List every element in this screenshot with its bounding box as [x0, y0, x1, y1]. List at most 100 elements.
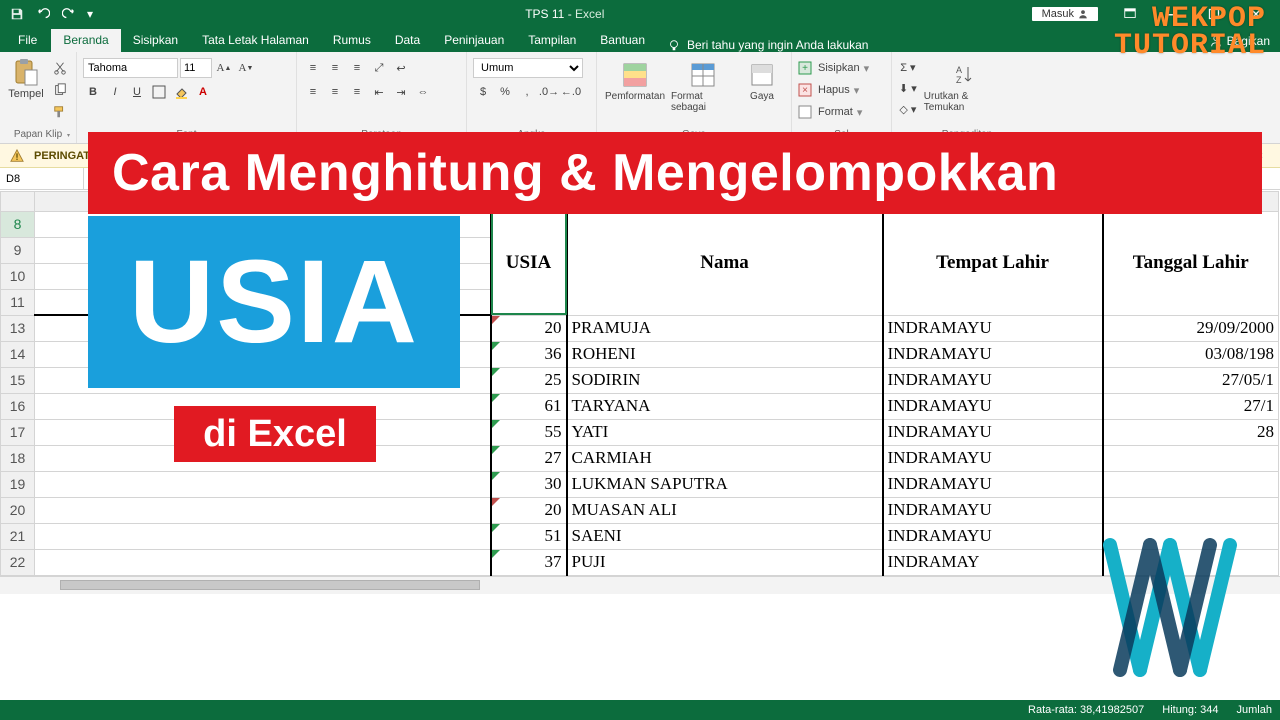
row-header[interactable]: 21	[1, 523, 35, 549]
tab-pagelayout[interactable]: Tata Letak Halaman	[190, 29, 321, 52]
align-right-icon[interactable]: ≡	[347, 82, 367, 102]
underline-icon[interactable]: U	[127, 82, 147, 102]
row-header[interactable]: 15	[1, 367, 35, 393]
cell-tanggal[interactable]	[1103, 445, 1279, 471]
header-nama[interactable]: Nama	[567, 211, 883, 315]
cell-usia[interactable]: 61	[491, 393, 567, 419]
tab-file[interactable]: File	[4, 29, 51, 52]
decrease-font-icon[interactable]: A▼	[236, 58, 256, 78]
cell-tanggal[interactable]	[1103, 471, 1279, 497]
cell-usia[interactable]: 51	[491, 523, 567, 549]
clear-icon[interactable]: ◇ ▾	[898, 99, 918, 119]
format-painter-icon[interactable]	[50, 102, 70, 122]
header-tanggal[interactable]: Tanggal Lahir	[1103, 211, 1279, 315]
tab-formulas[interactable]: Rumus	[321, 29, 383, 52]
cell-tanggal[interactable]: 27/1	[1103, 393, 1279, 419]
cell-nama[interactable]: MUASAN ALI	[567, 497, 883, 523]
cell-nama[interactable]: LUKMAN SAPUTRA	[567, 471, 883, 497]
insert-cells-button[interactable]: +Sisipkan▾	[798, 57, 869, 79]
align-center-icon[interactable]: ≡	[325, 82, 345, 102]
align-bottom-icon[interactable]: ≡	[347, 58, 367, 78]
cut-icon[interactable]	[50, 58, 70, 78]
fill-icon[interactable]: ⬇ ▾	[898, 78, 918, 98]
tab-view[interactable]: Tampilan	[516, 29, 588, 52]
cell-usia[interactable]: 36	[491, 341, 567, 367]
cell-usia[interactable]: 55	[491, 419, 567, 445]
cell-tempat[interactable]: INDRAMAYU	[883, 393, 1103, 419]
header-usia[interactable]: USIA	[491, 211, 567, 315]
cell-usia[interactable]: 27	[491, 445, 567, 471]
cell-nama[interactable]: PRAMUJA	[567, 315, 883, 341]
sort-filter-button[interactable]: AZ Urutkan & Temukan	[924, 57, 1004, 113]
cell-nama[interactable]: CARMIAH	[567, 445, 883, 471]
merge-icon[interactable]: ⇔	[413, 82, 433, 102]
cell-tempat[interactable]: INDRAMAYU	[883, 367, 1103, 393]
cell-tanggal[interactable]: 03/08/198	[1103, 341, 1279, 367]
cell-nama[interactable]: SAENI	[567, 523, 883, 549]
font-name-input[interactable]	[83, 58, 178, 78]
border-icon[interactable]	[149, 82, 169, 102]
bold-icon[interactable]: B	[83, 82, 103, 102]
row-header[interactable]: 9	[1, 237, 35, 263]
row-header[interactable]: 17	[1, 419, 35, 445]
redo-icon[interactable]	[58, 3, 80, 25]
font-size-input[interactable]	[180, 58, 212, 78]
row-header[interactable]: 20	[1, 497, 35, 523]
scrollbar-thumb[interactable]	[60, 580, 480, 590]
cell-tanggal[interactable]	[1103, 497, 1279, 523]
row-header[interactable]: 13	[1, 315, 35, 341]
wrap-text-icon[interactable]: ↩	[391, 58, 411, 78]
row-header[interactable]: 11	[1, 289, 35, 315]
copy-icon[interactable]	[50, 80, 70, 100]
cell-usia[interactable]: 37	[491, 549, 567, 575]
cell-nama[interactable]: PUJI	[567, 549, 883, 575]
comma-icon[interactable]: ,	[517, 82, 537, 102]
row-header[interactable]: 10	[1, 263, 35, 289]
row-header[interactable]: 14	[1, 341, 35, 367]
increase-indent-icon[interactable]: ⇥	[391, 82, 411, 102]
tab-data[interactable]: Data	[383, 29, 432, 52]
conditional-formatting-button[interactable]: Pemformatan	[603, 57, 667, 102]
row-header[interactable]: 8	[1, 211, 35, 237]
paste-button[interactable]: Tempel	[6, 54, 46, 100]
orientation-icon[interactable]: ⤢	[369, 58, 389, 78]
cell-tanggal[interactable]: 28	[1103, 419, 1279, 445]
cell-tempat[interactable]: INDRAMAYU	[883, 341, 1103, 367]
cell-tempat[interactable]: INDRAMAYU	[883, 497, 1103, 523]
undo-icon[interactable]	[32, 3, 54, 25]
cell-usia[interactable]: 20	[491, 497, 567, 523]
cell-tempat[interactable]: INDRAMAY	[883, 549, 1103, 575]
cell-tanggal[interactable]: 29/09/2000	[1103, 315, 1279, 341]
cell-tempat[interactable]: INDRAMAYU	[883, 445, 1103, 471]
font-color-icon[interactable]: A	[193, 82, 213, 102]
cell-tempat[interactable]: INDRAMAYU	[883, 523, 1103, 549]
cell-tempat[interactable]: INDRAMAYU	[883, 471, 1103, 497]
horizontal-scrollbar[interactable]	[0, 576, 1280, 594]
row-header[interactable]: 19	[1, 471, 35, 497]
tab-insert[interactable]: Sisipkan	[121, 29, 190, 52]
select-all-corner[interactable]	[1, 191, 35, 211]
format-as-table-button[interactable]: Format sebagai	[671, 57, 735, 113]
accounting-icon[interactable]: $	[473, 82, 493, 102]
cell-nama[interactable]: YATI	[567, 419, 883, 445]
align-left-icon[interactable]: ≡	[303, 82, 323, 102]
name-box[interactable]: D8	[0, 168, 84, 189]
cell-usia[interactable]: 20	[491, 315, 567, 341]
tab-review[interactable]: Peninjauan	[432, 29, 516, 52]
cell-usia[interactable]: 30	[491, 471, 567, 497]
format-cells-button[interactable]: Format▾	[798, 101, 862, 123]
fill-color-icon[interactable]	[171, 82, 191, 102]
row-header[interactable]: 18	[1, 445, 35, 471]
increase-font-icon[interactable]: A▲	[214, 58, 234, 78]
cell-styles-button[interactable]: Gaya	[739, 57, 785, 102]
tell-me-box[interactable]: Beri tahu yang ingin Anda lakukan	[667, 38, 868, 52]
autosum-icon[interactable]: Σ ▾	[898, 57, 918, 77]
align-top-icon[interactable]: ≡	[303, 58, 323, 78]
login-button[interactable]: Masuk	[1032, 7, 1098, 21]
delete-cells-button[interactable]: ×Hapus▾	[798, 79, 859, 101]
italic-icon[interactable]: I	[105, 82, 125, 102]
cell-tempat[interactable]: INDRAMAYU	[883, 419, 1103, 445]
save-icon[interactable]	[6, 3, 28, 25]
increase-decimal-icon[interactable]: .0→	[539, 82, 559, 102]
header-tempat[interactable]: Tempat Lahir	[883, 211, 1103, 315]
